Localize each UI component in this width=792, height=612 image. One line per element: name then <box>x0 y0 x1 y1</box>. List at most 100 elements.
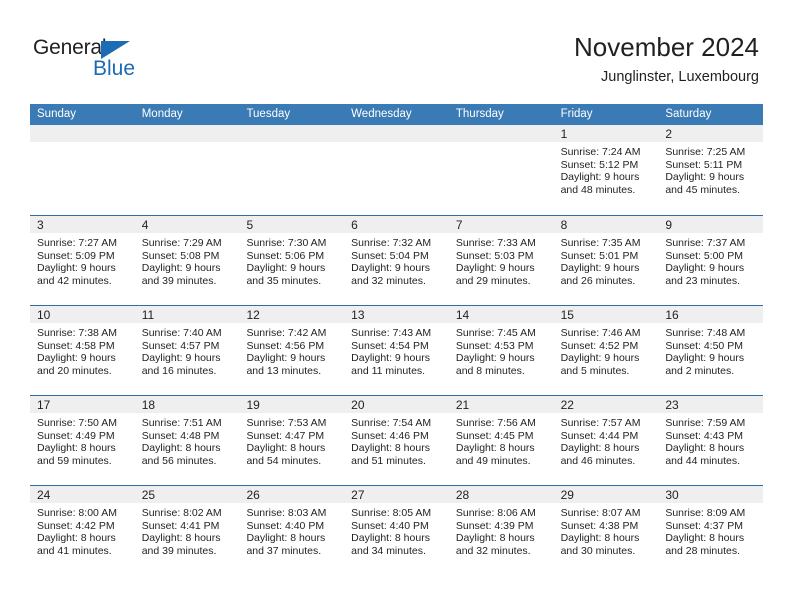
calendar-day-cell[interactable]: 19 Sunrise: 7:53 AM Sunset: 4:47 PM Dayligh… <box>239 396 345 485</box>
daylight-text-line2: and 13 minutes. <box>246 365 322 378</box>
day-number: 26 <box>246 488 260 502</box>
sunrise-text: Sunrise: 7:59 AM <box>665 417 746 429</box>
day-number-strip: 28 <box>448 486 554 503</box>
calendar-week-row: 3 Sunrise: 7:27 AM Sunset: 5:09 PM Daylight… <box>30 215 764 305</box>
sunrise-text: Sunrise: 8:03 AM <box>246 507 327 519</box>
day-number: 2 <box>665 127 672 141</box>
sunset-text: Sunset: 4:50 PM <box>665 339 743 352</box>
day-number: 30 <box>665 488 679 502</box>
daylight-text-line1: Daylight: 8 hours <box>351 532 430 545</box>
calendar-day-cell[interactable]: 23 Sunrise: 7:59 AM Sunset: 4:43 PM Dayligh… <box>658 396 764 485</box>
daylight-text-line2: and 5 minutes. <box>560 365 630 378</box>
daylight-text-line1: Daylight: 9 hours <box>37 352 116 365</box>
calendar-day-cell[interactable]: 21 Sunrise: 7:56 AM Sunset: 4:45 PM Dayligh… <box>448 396 554 485</box>
calendar-day-cell[interactable]: 30 Sunrise: 8:09 AM Sunset: 4:37 PM Dayligh… <box>658 486 764 575</box>
day-details: Sunrise: 7:25 AM Sunset: 5:11 PM Daylight:… <box>658 142 763 197</box>
sunset-text: Sunset: 4:39 PM <box>455 519 534 532</box>
calendar-day-cell[interactable]: 15 Sunrise: 7:46 AM Sunset: 4:52 PM Dayligh… <box>553 306 659 395</box>
calendar-day-cell[interactable]: 16 Sunrise: 7:48 AM Sunset: 4:50 PM Dayligh… <box>658 306 764 395</box>
daylight-text-line2: and 26 minutes. <box>560 275 636 288</box>
daylight-text-line1: Daylight: 9 hours <box>665 171 745 184</box>
calendar-day-cell[interactable]: 1 Sunrise: 7:24 AM Sunset: 5:12 PM Daylight… <box>553 125 659 215</box>
weekday-header-row: Sunday Monday Tuesday Wednesday Thursday Frid… <box>30 104 763 125</box>
calendar-week-row: 24 Sunrise: 8:00 AM Sunset: 4:42 PM Dayligh… <box>30 485 764 575</box>
day-details: Sunrise: 7:38 AM Sunset: 4:58 PM Daylight:… <box>30 323 135 378</box>
daylight-text-line2: and 30 minutes. <box>560 545 636 558</box>
calendar-day-cell[interactable]: 14 Sunrise: 7:45 AM Sunset: 4:53 PM Dayligh… <box>448 306 554 395</box>
daylight-text-line2: and 35 minutes. <box>246 275 322 288</box>
daylight-text-line1: Daylight: 8 hours <box>37 532 116 545</box>
day-number: 11 <box>141 308 155 322</box>
calendar-day-cell[interactable]: 8 Sunrise: 7:35 AM Sunset: 5:01 PM Daylight… <box>553 216 659 305</box>
calendar-day-cell-empty <box>344 125 449 215</box>
daylight-text-line1: Daylight: 8 hours <box>37 442 116 455</box>
calendar-day-cell[interactable]: 12 Sunrise: 7:42 AM Sunset: 4:56 PM Dayligh… <box>239 306 345 395</box>
daylight-text-line2: and 8 minutes. <box>455 365 525 378</box>
sunrise-text: Sunrise: 7:48 AM <box>665 327 746 339</box>
day-number: 22 <box>560 398 574 412</box>
title-block: November 2024 Junglinster, Luxembourg <box>574 30 759 88</box>
sunrise-text: Sunrise: 7:53 AM <box>246 417 327 429</box>
daylight-text-line1: Daylight: 8 hours <box>246 442 326 455</box>
day-number-strip: 10 <box>30 306 135 323</box>
day-details: Sunrise: 8:06 AM Sunset: 4:39 PM Daylight:… <box>449 503 554 558</box>
sunrise-text: Sunrise: 7:46 AM <box>560 327 641 339</box>
calendar-day-cell-empty <box>239 125 345 215</box>
sunset-text: Sunset: 4:40 PM <box>246 519 325 532</box>
calendar-day-cell[interactable]: 27 Sunrise: 8:05 AM Sunset: 4:40 PM Dayligh… <box>344 486 449 575</box>
day-number-strip: 6 <box>344 216 449 233</box>
daylight-text-line2: and 51 minutes. <box>351 455 426 468</box>
day-number-strip: 17 <box>30 396 135 413</box>
daylight-text-line1: Daylight: 9 hours <box>141 352 221 365</box>
calendar-day-cell[interactable]: 5 Sunrise: 7:30 AM Sunset: 5:06 PM Daylight… <box>239 216 345 305</box>
general-blue-logo[interactable]: General Blue <box>33 36 153 86</box>
day-details: Sunrise: 7:59 AM Sunset: 4:43 PM Daylight:… <box>658 413 763 468</box>
daylight-text-line2: and 23 minutes. <box>665 275 741 288</box>
calendar-day-cell[interactable]: 4 Sunrise: 7:29 AM Sunset: 5:08 PM Daylight… <box>134 216 240 305</box>
sunset-text: Sunset: 4:40 PM <box>351 519 429 532</box>
weekday-header-thursday: Thursday <box>455 108 504 120</box>
daylight-text-line2: and 41 minutes. <box>37 545 112 558</box>
calendar-day-cell[interactable]: 26 Sunrise: 8:03 AM Sunset: 4:40 PM Dayligh… <box>239 486 345 575</box>
day-number: 20 <box>351 398 365 412</box>
calendar-day-cell[interactable]: 13 Sunrise: 7:43 AM Sunset: 4:54 PM Dayligh… <box>344 306 449 395</box>
calendar-day-cell[interactable]: 3 Sunrise: 7:27 AM Sunset: 5:09 PM Daylight… <box>30 216 135 305</box>
day-details: Sunrise: 7:53 AM Sunset: 4:47 PM Daylight:… <box>239 413 344 468</box>
calendar-day-cell[interactable]: 22 Sunrise: 7:57 AM Sunset: 4:44 PM Dayligh… <box>553 396 659 485</box>
sunrise-text: Sunrise: 7:25 AM <box>665 146 746 158</box>
calendar-day-cell[interactable]: 7 Sunrise: 7:33 AM Sunset: 5:03 PM Daylight… <box>448 216 554 305</box>
sunset-text: Sunset: 4:58 PM <box>37 339 115 352</box>
daylight-text-line1: Daylight: 8 hours <box>351 442 430 455</box>
calendar-day-cell[interactable]: 2 Sunrise: 7:25 AM Sunset: 5:11 PM Daylight… <box>658 125 764 215</box>
daylight-text-line1: Daylight: 9 hours <box>665 352 745 365</box>
calendar-page: General Blue November 2024 Junglinster, … <box>0 0 792 612</box>
calendar-day-cell[interactable]: 18 Sunrise: 7:51 AM Sunset: 4:48 PM Dayligh… <box>134 396 240 485</box>
sunset-text: Sunset: 4:37 PM <box>665 519 743 532</box>
calendar-day-cell[interactable]: 10 Sunrise: 7:38 AM Sunset: 4:58 PM Dayligh… <box>30 306 135 395</box>
day-number-strip: 2 <box>658 125 764 142</box>
day-number: 17 <box>37 398 51 412</box>
daylight-text-line1: Daylight: 9 hours <box>351 262 430 275</box>
day-number: 27 <box>351 488 365 502</box>
day-details: Sunrise: 7:50 AM Sunset: 4:49 PM Daylight:… <box>30 413 135 468</box>
daylight-text-line1: Daylight: 9 hours <box>351 352 430 365</box>
day-number: 13 <box>351 308 365 322</box>
calendar-day-cell[interactable]: 20 Sunrise: 7:54 AM Sunset: 4:46 PM Dayligh… <box>344 396 449 485</box>
calendar-day-cell[interactable]: 29 Sunrise: 8:07 AM Sunset: 4:38 PM Dayligh… <box>553 486 659 575</box>
calendar-day-cell[interactable]: 28 Sunrise: 8:06 AM Sunset: 4:39 PM Dayligh… <box>448 486 554 575</box>
sunset-text: Sunset: 4:44 PM <box>560 429 639 442</box>
calendar-day-cell[interactable]: 6 Sunrise: 7:32 AM Sunset: 5:04 PM Daylight… <box>344 216 449 305</box>
calendar-day-cell[interactable]: 25 Sunrise: 8:02 AM Sunset: 4:41 PM Dayligh… <box>134 486 240 575</box>
calendar-day-cell[interactable]: 9 Sunrise: 7:37 AM Sunset: 5:00 PM Daylight… <box>658 216 764 305</box>
daylight-text-line1: Daylight: 9 hours <box>665 262 745 275</box>
calendar-day-cell[interactable]: 11 Sunrise: 7:40 AM Sunset: 4:57 PM Dayligh… <box>134 306 240 395</box>
sunset-text: Sunset: 4:47 PM <box>246 429 325 442</box>
day-number-strip: 16 <box>658 306 764 323</box>
calendar-day-cell[interactable]: 24 Sunrise: 8:00 AM Sunset: 4:42 PM Dayligh… <box>30 486 135 575</box>
page-title: November 2024 <box>574 32 759 62</box>
weekday-header-wednesday: Wednesday <box>351 108 412 120</box>
daylight-text-line2: and 32 minutes. <box>351 275 426 288</box>
day-details: Sunrise: 7:43 AM Sunset: 4:54 PM Daylight:… <box>344 323 449 378</box>
daylight-text-line2: and 49 minutes. <box>455 455 531 468</box>
calendar-day-cell[interactable]: 17 Sunrise: 7:50 AM Sunset: 4:49 PM Dayligh… <box>30 396 135 485</box>
